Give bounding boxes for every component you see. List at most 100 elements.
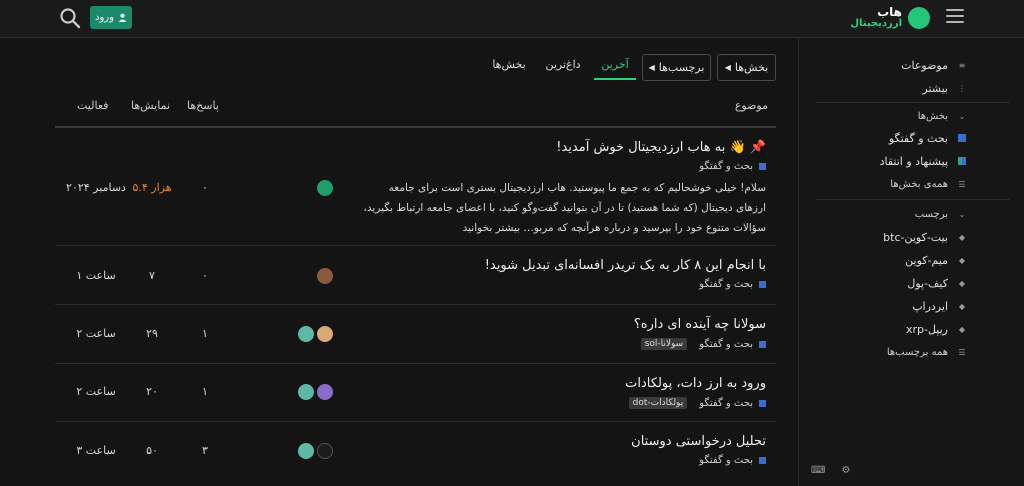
keyboard-icon[interactable]: ⌨ [811, 465, 825, 476]
sidebar-item-topics[interactable]: ≡ موضوعات [901, 55, 966, 75]
topic-category[interactable]: بحث و گفتگو [699, 161, 766, 172]
logo-line1: هاب [877, 5, 902, 19]
search-icon[interactable] [58, 6, 82, 30]
sidebar-item-tag[interactable]: ◆ ایردراپ [912, 296, 966, 316]
sidebar-item-all-categories[interactable]: ☰ همه‌ی بخش‌ها [890, 174, 966, 194]
topic-excerpt: سلام! خیلی خوشحالیم که به جمع ما پیوستید… [363, 182, 766, 234]
views-count: ۷ [149, 269, 155, 282]
column-views[interactable]: نمایش‌ها [131, 99, 170, 112]
sidebar-item-category[interactable]: پیشنهاد و انتقاد [880, 151, 966, 171]
categories-dropdown[interactable]: بخش‌ها ◀ [717, 54, 776, 81]
sidebar-section-label: بخش‌ها [917, 110, 948, 122]
activity-time[interactable]: ۳ ساعت [61, 444, 131, 457]
login-button[interactable]: ورود [90, 6, 132, 29]
sidebar-item-tag[interactable]: ◆ میم-کوین [905, 250, 966, 270]
table-row[interactable]: ورود به ارز دات، پولکادات بحث و گفتگو پو… [55, 364, 776, 422]
user-icon [118, 13, 127, 22]
sidebar-item-tag[interactable]: ◆ کیف-پول [907, 273, 966, 293]
logo-mark-icon [908, 7, 930, 29]
sidebar-item-label: همه برچسب‌ها [886, 346, 948, 358]
topic-category[interactable]: بحث و گفتگو پولکادات-dot [628, 397, 766, 409]
activity-time[interactable]: ۱ ساعت [61, 269, 131, 282]
tag-icon: ◆ [958, 278, 966, 288]
activity-time[interactable]: ۲ ساعت [61, 327, 131, 340]
avatar[interactable] [317, 326, 333, 342]
sidebar-item-all-tags[interactable]: ☰ همه برچسب‌ها [887, 342, 966, 362]
topic-tag[interactable]: سولانا-sol [640, 338, 688, 350]
category-color-badge [759, 340, 766, 348]
column-activity[interactable]: فعالیت [77, 99, 108, 112]
topic-list-header: موضوع پاسخ‌ها نمایش‌ها فعالیت [55, 88, 776, 128]
category-color-badge [759, 163, 766, 170]
site-header: ورود هاب ارزدیجیتال [0, 0, 1024, 38]
replies-count: ۰ [202, 181, 208, 194]
chevron-down-icon: ⌄ [958, 209, 966, 219]
more-vertical-icon: ⋮ [958, 83, 966, 93]
topic-title[interactable]: 📌 👋 به هاب ارزدیجیتال خوش آمدید! [556, 140, 766, 155]
activity-time[interactable]: دسامبر ۲۰۲۴ [61, 181, 131, 194]
views-count: ۵۰ [146, 444, 158, 457]
chevron-down-icon: ⌄ [958, 111, 966, 121]
site-logo[interactable]: هاب ارزدیجیتال [850, 5, 932, 31]
avatar[interactable] [317, 180, 333, 196]
tag-icon: ◆ [958, 301, 966, 311]
topic-tag[interactable]: پولکادات-dot [628, 397, 688, 409]
table-row[interactable]: تحلیل درخواستی دوستان بحث و گفتگو ۳ ۵۰ ۳… [55, 422, 776, 480]
category-color-badge [958, 134, 966, 142]
avatar[interactable] [298, 443, 314, 459]
sidebar-item-tag[interactable]: ◆ ریپل-xrp [906, 319, 966, 339]
sidebar-item-label: ریپل-xrp [905, 322, 948, 336]
topic-category[interactable]: بحث و گفتگو [699, 455, 766, 466]
category-color-badge [958, 157, 966, 165]
topic-title[interactable]: با انجام این ۸ کار به یک تریدر افسانه‌ای… [485, 258, 766, 273]
hamburger-icon[interactable] [946, 9, 964, 27]
views-count: ۲۰ [146, 385, 158, 398]
column-topic[interactable]: موضوع [735, 99, 768, 112]
table-row[interactable]: سولانا چه آینده ای داره؟ بحث و گفتگو سول… [55, 305, 776, 364]
avatar[interactable] [317, 268, 333, 284]
sidebar-item-tag[interactable]: ◆ بیت-کوین-btc [883, 227, 966, 247]
avatar[interactable] [317, 384, 333, 400]
tab-latest[interactable]: آخرین [594, 58, 636, 80]
category-name: بحث و گفتگو [699, 279, 753, 290]
list-icon: ☰ [958, 347, 966, 357]
activity-time[interactable]: ۲ ساعت [61, 385, 131, 398]
tags-dropdown-label: برچسب‌ها [658, 61, 705, 74]
login-label: ورود [95, 12, 114, 23]
avatar[interactable] [298, 326, 314, 342]
replies-count: ۱ [202, 327, 208, 340]
topic-category[interactable]: بحث و گفتگو [699, 279, 766, 290]
views-count: ۵.۴ هزار [132, 181, 172, 194]
sidebar: ≡ موضوعات ⋮ بیشتر ⌄ بخش‌ها بحث و گفتگو پ… [798, 38, 1024, 486]
sidebar-item-label: بحث و گفتگو [888, 131, 948, 145]
sidebar-item-label: ایردراپ [912, 299, 948, 313]
table-row[interactable]: با انجام این ۸ کار به یک تریدر افسانه‌ای… [55, 246, 776, 305]
caret-left-icon: ◀ [648, 63, 655, 72]
topic-title[interactable]: سولانا چه آینده ای داره؟ [634, 317, 766, 332]
avatar[interactable] [298, 384, 314, 400]
sidebar-item-category[interactable]: بحث و گفتگو [889, 128, 966, 148]
sidebar-item-label: پیشنهاد و انتقاد [879, 154, 948, 168]
topic-category[interactable]: بحث و گفتگو سولانا-sol [640, 338, 766, 350]
sidebar-section-categories[interactable]: ⌄ بخش‌ها [918, 106, 966, 126]
tags-dropdown[interactable]: برچسب‌ها ◀ [642, 54, 711, 81]
avatar[interactable] [317, 443, 333, 459]
column-replies[interactable]: پاسخ‌ها [187, 99, 219, 112]
category-color-badge [759, 281, 766, 288]
topic-title[interactable]: تحلیل درخواستی دوستان [631, 434, 766, 449]
views-count: ۲۹ [146, 327, 158, 340]
sidebar-item-label: بیت-کوین-btc [883, 230, 948, 244]
sidebar-section-tags[interactable]: ⌄ برچسب [915, 204, 966, 224]
tab-hot[interactable]: داغ‌ترین [540, 58, 586, 80]
list-icon: ☰ [958, 179, 966, 189]
gear-icon[interactable]: ⚙ [841, 465, 850, 476]
sidebar-item-label: بیشتر [922, 81, 948, 95]
sidebar-item-more[interactable]: ⋮ بیشتر [922, 78, 966, 98]
category-name: بحث و گفتگو [699, 455, 753, 466]
replies-count: ۳ [202, 444, 208, 457]
tab-categories[interactable]: بخش‌ها [484, 58, 534, 80]
wave-icon: 👋 [729, 140, 746, 155]
replies-count: ۰ [202, 269, 208, 282]
table-row[interactable]: 📌 👋 به هاب ارزدیجیتال خوش آمدید! بحث و گ… [55, 128, 776, 246]
topic-title[interactable]: ورود به ارز دات، پولکادات [625, 376, 766, 391]
